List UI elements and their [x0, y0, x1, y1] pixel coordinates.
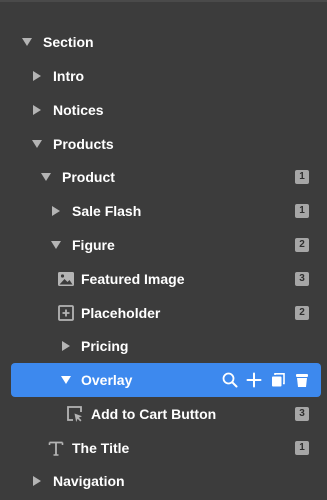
tree-item-label: Navigation [53, 473, 125, 489]
duplicate-icon[interactable] [269, 371, 287, 389]
panel-top-border [0, 0, 327, 2]
delete-icon[interactable] [293, 371, 311, 389]
tree-item-the-title[interactable]: The Title 1 [0, 431, 327, 465]
text-icon [47, 439, 65, 457]
child-count-badge: 3 [295, 407, 309, 421]
expand-arrow-icon[interactable] [33, 71, 41, 81]
collapse-arrow-icon[interactable] [51, 241, 61, 249]
expand-arrow-icon[interactable] [33, 105, 41, 115]
tree-item-label: Placeholder [81, 305, 161, 321]
collapse-arrow-icon[interactable] [41, 173, 51, 181]
tree-item-product[interactable]: Product 1 [0, 160, 327, 194]
button-element-icon [66, 405, 84, 423]
tree-item-label: Sale Flash [72, 203, 142, 219]
child-count-badge: 2 [295, 306, 309, 320]
tree-item-label: Pricing [81, 338, 129, 354]
tree-item-intro[interactable]: Intro [0, 59, 327, 93]
child-count-badge: 1 [295, 170, 309, 184]
collapse-arrow-icon[interactable] [32, 140, 42, 148]
child-count-badge: 1 [295, 441, 309, 455]
tree-item-pricing[interactable]: Pricing [0, 329, 327, 363]
tree-item-navigation[interactable]: Navigation [0, 464, 327, 498]
tree-item-label: Product [62, 169, 115, 185]
expand-arrow-icon[interactable] [62, 341, 70, 351]
collapse-arrow-icon[interactable] [61, 376, 71, 384]
tree-item-label: Notices [53, 102, 104, 118]
tree-item-featured-image[interactable]: Featured Image 3 [0, 262, 327, 296]
tree-item-label: Section [43, 34, 94, 50]
tree-item-section[interactable]: Section [0, 25, 327, 59]
row-actions [221, 371, 311, 389]
tree-item-label: The Title [72, 440, 130, 456]
add-icon[interactable] [245, 371, 263, 389]
expand-arrow-icon[interactable] [33, 476, 41, 486]
layers-panel: Section Intro Notices Products Product 1… [0, 0, 327, 500]
tree-item-figure[interactable]: Figure 2 [0, 228, 327, 262]
tree-item-sale-flash[interactable]: Sale Flash 1 [0, 194, 327, 228]
tree-item-label: Overlay [81, 372, 133, 388]
tree-item-label: Figure [72, 237, 115, 253]
tree-item-products[interactable]: Products [0, 127, 327, 161]
placeholder-icon [57, 304, 75, 322]
tree-item-overlay[interactable]: Overlay [11, 363, 321, 397]
image-icon [57, 270, 75, 288]
tree-item-notices[interactable]: Notices [0, 93, 327, 127]
tree-item-placeholder[interactable]: Placeholder 2 [0, 296, 327, 330]
tree-item-label: Products [53, 136, 114, 152]
tree-item-add-to-cart-button[interactable]: Add to Cart Button 3 [0, 397, 327, 431]
tree-item-label: Intro [53, 68, 85, 84]
expand-arrow-icon[interactable] [52, 206, 60, 216]
tree-item-label: Add to Cart Button [91, 406, 217, 422]
collapse-arrow-icon[interactable] [22, 38, 32, 46]
tree-item-label: Featured Image [81, 271, 185, 287]
child-count-badge: 3 [295, 272, 309, 286]
search-icon[interactable] [221, 371, 239, 389]
child-count-badge: 1 [295, 204, 309, 218]
child-count-badge: 2 [295, 238, 309, 252]
